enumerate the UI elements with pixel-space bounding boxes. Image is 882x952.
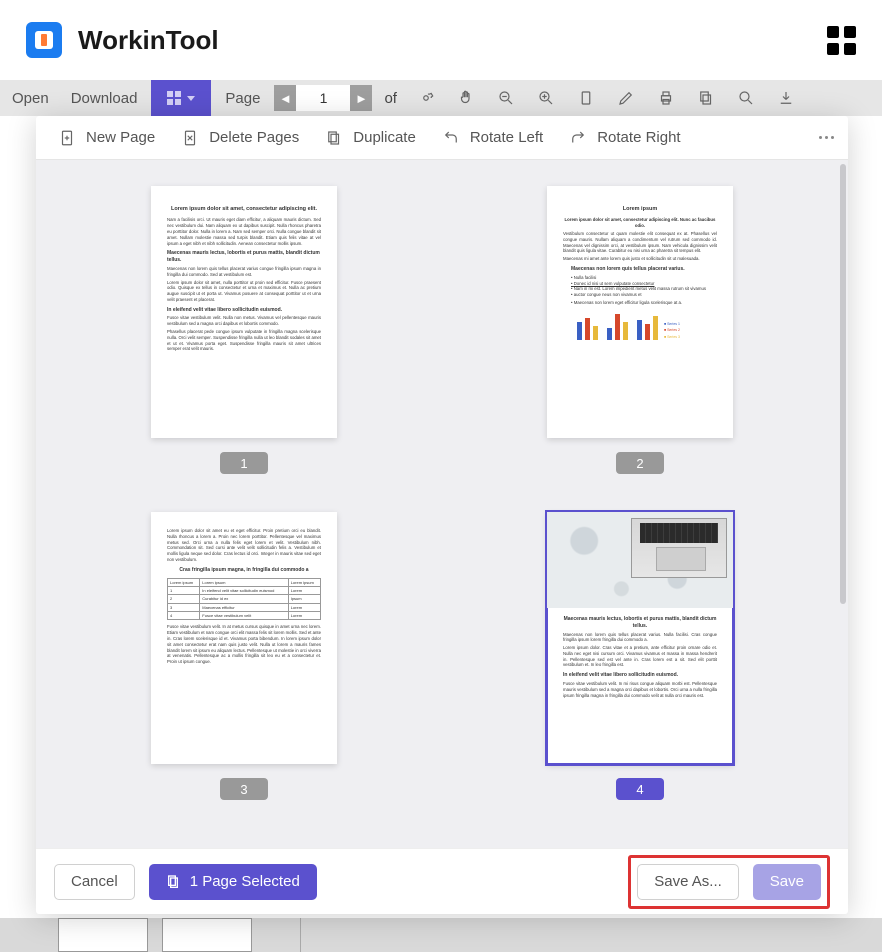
doc2-bullets: Nulla facilisi Donec id nisi ut sem vulp… (571, 275, 717, 298)
copy-icon[interactable] (689, 89, 723, 107)
placeholder-text: Maecenas non lorem quis tellus placerat … (563, 632, 717, 644)
save-buttons-highlight: Save As... Save (628, 855, 830, 909)
page-thumbnail-2[interactable]: Lorem ipsum Lorem ipsum dolor sit amet, … (547, 186, 733, 438)
vertical-divider (300, 918, 301, 952)
zoom-in-icon[interactable] (529, 89, 563, 107)
duplicate-label: Duplicate (353, 129, 416, 146)
doc3-heading: Cras fringilla ipsum magna, in fringilla… (167, 567, 321, 574)
cancel-button[interactable]: Cancel (54, 864, 135, 900)
bg-thumb (58, 918, 148, 952)
print-icon[interactable] (649, 89, 683, 107)
logo: WorkinTool (26, 22, 219, 58)
thumbnail-view-button[interactable] (151, 80, 211, 116)
placeholder-text: Lorem ipsum dolor sit amet, nulla portti… (167, 280, 321, 303)
selection-count-label: 1 Page Selected (190, 873, 300, 890)
modal-toolbar: New Page Delete Pages Duplicate Rotate L… (36, 116, 848, 160)
doc2-chart: Series 1Series 2Series 3 (563, 308, 717, 340)
doc1-title: Lorem ipsum dolor sit amet, consectetur … (167, 206, 321, 213)
placeholder-text: Maecenas non lorem quis tellus placerat … (167, 266, 321, 278)
new-page-icon (58, 129, 76, 147)
doc2-bullets-header: Maecenas non lorem quis tellus placerat … (571, 266, 717, 273)
edit-pencil-icon[interactable] (609, 89, 643, 107)
download-icon[interactable] (769, 89, 803, 107)
page-input[interactable]: 1 (296, 85, 350, 111)
app-menu-icon[interactable] (827, 26, 856, 55)
doc2-title: Lorem ipsum (563, 206, 717, 213)
page-thumbnail-3[interactable]: Lorem ipsum dolor sit amet eu et eget ef… (151, 512, 337, 764)
delete-pages-button[interactable]: Delete Pages (173, 129, 307, 147)
prev-page-button[interactable]: ◄ (274, 85, 296, 111)
download-button[interactable]: Download (63, 90, 146, 107)
bg-thumb (162, 918, 252, 952)
page-thumbnail-1[interactable]: Lorem ipsum dolor sit amet, consectetur … (151, 186, 337, 438)
new-page-label: New Page (86, 129, 155, 146)
placeholder-text: Fusce vitae vestibulum velit. In at metu… (167, 624, 321, 665)
page-number-2: 2 (616, 452, 664, 474)
rotate-left-icon (442, 129, 460, 147)
open-button[interactable]: Open (4, 90, 57, 107)
doc1-h2: In eleifend velit vitae libero sollicitu… (167, 307, 321, 314)
placeholder-text: Fusce vitae vestibulum velit. In mi risu… (563, 681, 717, 698)
page-organizer-modal: New Page Delete Pages Duplicate Rotate L… (36, 116, 848, 914)
rotate-right-icon (569, 129, 587, 147)
placeholder-text: Phasellus placerat pede congue ipsum vul… (167, 329, 321, 352)
placeholder-text: Vestibulum consectetur ut quam molestie … (563, 231, 717, 254)
next-page-button[interactable]: ► (350, 85, 372, 111)
placeholder-text: Fusce vitae vestibulum velit. Nulla non … (167, 315, 321, 327)
rotate-right-label: Rotate Right (597, 129, 680, 146)
new-page-button[interactable]: New Page (50, 129, 163, 147)
page-number-3: 3 (220, 778, 268, 800)
doc4-photo (547, 512, 733, 608)
placeholder-text: Lorem ipsum dolor. Cras vitae et a preti… (563, 645, 717, 668)
placeholder-text: Lorem ipsum dolor sit amet eu et eget ef… (167, 528, 321, 563)
rotate-left-button[interactable]: Rotate Left (434, 129, 551, 147)
pages-icon (166, 874, 182, 890)
placeholder-text: Maecenas mi amet ante lorem quis justo e… (563, 256, 717, 262)
page-number-4: 4 (616, 778, 664, 800)
save-as-button[interactable]: Save As... (637, 864, 739, 900)
doc4-heading2: In eleifend velit vitae libero sollicitu… (563, 672, 717, 679)
page-number-1: 1 (220, 452, 268, 474)
search-icon[interactable] (729, 89, 763, 107)
save-button[interactable]: Save (753, 864, 821, 900)
product-name: WorkinTool (78, 25, 219, 56)
save-label: Save (770, 873, 804, 890)
settings-gear-icon[interactable] (409, 89, 443, 107)
doc2-subtitle: Lorem ipsum dolor sit amet, consectetur … (563, 217, 717, 229)
placeholder-text: Nam a facilisis orci. Ut mauris eget dia… (167, 217, 321, 246)
modal-footer: Cancel 1 Page Selected Save As... Save (36, 848, 848, 914)
duplicate-icon (325, 129, 343, 147)
fit-page-icon[interactable] (569, 89, 603, 107)
doc1-h1: Maecenas mauris lectus, lobortis et puru… (167, 250, 321, 264)
app-header: WorkinTool (0, 0, 882, 80)
zoom-out-icon[interactable] (489, 89, 523, 107)
delete-pages-label: Delete Pages (209, 129, 299, 146)
delete-icon (181, 129, 199, 147)
page-thumbnail-4[interactable]: Maecenas mauris lectus, lobortis et puru… (547, 512, 733, 764)
save-as-label: Save As... (654, 873, 722, 890)
background-thumb-strip (0, 918, 882, 952)
selection-count-button[interactable]: 1 Page Selected (149, 864, 317, 900)
laptop-image (631, 518, 727, 578)
rotate-right-button[interactable]: Rotate Right (561, 129, 688, 147)
cancel-label: Cancel (71, 873, 118, 890)
duplicate-button[interactable]: Duplicate (317, 129, 424, 147)
more-icon[interactable] (819, 136, 834, 139)
scrollbar[interactable] (840, 164, 846, 604)
dropdown-icon (187, 96, 195, 101)
pan-hand-icon[interactable] (449, 89, 483, 107)
rotate-left-label: Rotate Left (470, 129, 543, 146)
page-nav: ◄ 1 ► (274, 85, 372, 111)
doc4-heading1: Maecenas mauris lectus, lobortis et puru… (563, 616, 717, 630)
main-toolbar: Open Download Page ◄ 1 ► of (0, 80, 882, 116)
app-logo-icon (26, 22, 62, 58)
page-label: Page (217, 90, 268, 107)
of-label: of (378, 90, 403, 107)
placeholder-text: • Maecenas non lorem eget efficitur ligu… (571, 300, 717, 306)
doc3-table: Lorem ipsumLorem ipsumLorem ipsum 1In el… (167, 578, 321, 621)
thumbnail-area: Lorem ipsum dolor sit amet, consectetur … (36, 160, 848, 848)
